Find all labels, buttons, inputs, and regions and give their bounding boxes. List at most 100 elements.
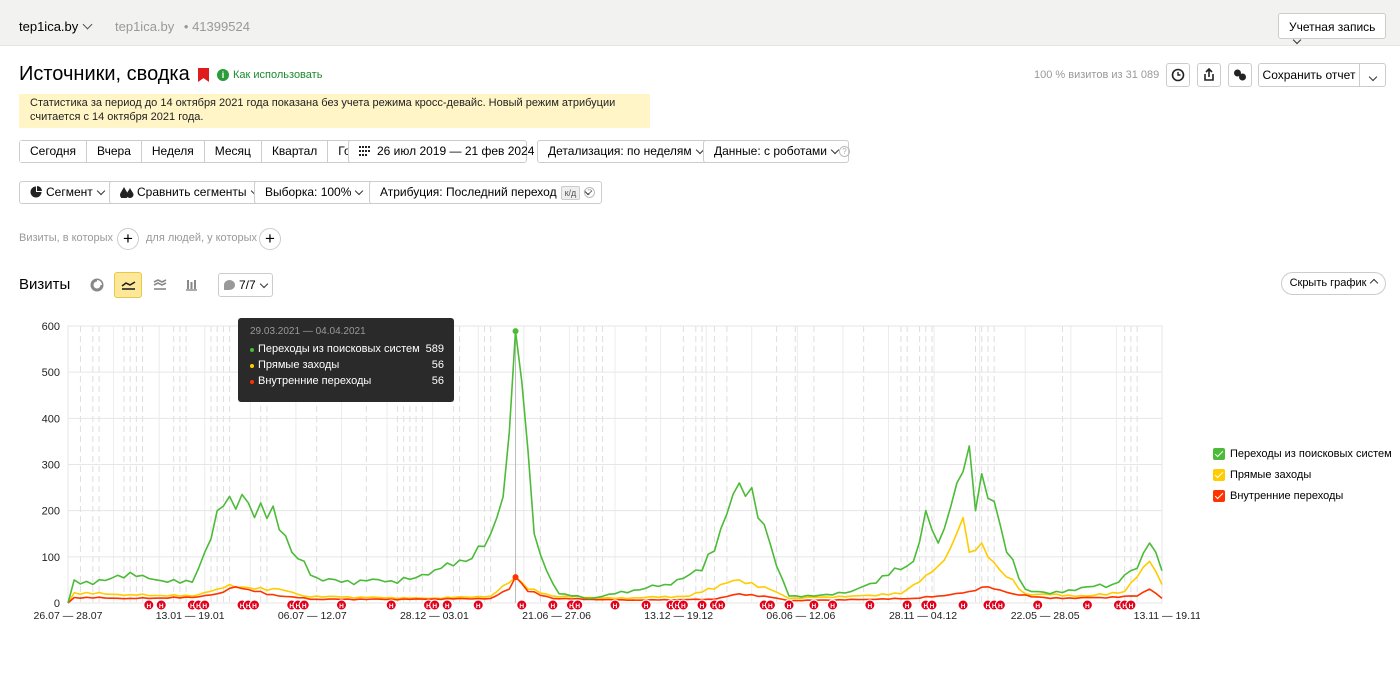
annotation-marker-label: Н [812,603,817,610]
add-visit-condition-button[interactable]: + [117,228,139,250]
account-label: Учетная запись [1289,20,1376,34]
counter-site: tep1ica.by [115,19,175,34]
series-toggle-button[interactable]: 7/7 [218,273,273,297]
save-report-button[interactable]: Сохранить отчет [1258,63,1360,87]
x-tick-label: 22.05 — 28.05 [1011,610,1080,622]
y-tick-label: 400 [42,413,60,425]
pie-view-button[interactable] [84,272,112,298]
period-quarter[interactable]: Квартал [261,141,329,162]
annotation-marker-label: Н [1085,603,1090,610]
checkbox-checked-icon[interactable] [1213,490,1225,502]
chevron-down-icon [830,145,840,155]
tooltip-value: 589 [425,343,444,355]
export-icon [1204,67,1214,81]
legend-label: Внутренние переходы [1230,490,1344,502]
x-tick-label: 28.12 — 03.01 [400,610,469,622]
sample-dropdown[interactable]: Выборка: 100% [254,181,374,204]
add-people-condition-button[interactable]: + [259,228,281,250]
legend-item-internal[interactable]: Внутренние переходы [1213,489,1392,510]
x-tick-label: 21.06 — 27.06 [522,610,591,622]
chevron-down-icon [355,186,364,196]
counter-name: tep1ica.by [19,19,79,34]
compare-button[interactable] [1228,63,1252,87]
annotation-marker-label: Н [1035,603,1040,610]
save-report-menu-button[interactable] [1359,63,1386,87]
calendar-icon [359,146,370,156]
period-selector: Сегодня Вчера Неделя Месяц Квартал Год [19,140,369,163]
period-yesterday[interactable]: Вчера [87,141,142,162]
page-title: Источники, сводка [19,63,190,85]
visits-condition-label: Визиты, в которых [19,232,113,244]
detail-dropdown[interactable]: Детализация: по неделям [537,140,714,163]
drops-icon [120,187,134,199]
tooltip-row-internal: Внутренние переходы 56 [250,375,444,391]
section-title: Визиты [19,276,71,293]
counter-separator: • [183,19,189,34]
help-icon[interactable]: ? [584,187,595,198]
x-tick-label: 28.11 — 04.12 [889,610,957,622]
tooltip-value: 56 [431,359,444,371]
compare-segments-dropdown[interactable]: Сравнить сегменты [109,181,269,204]
annotation-marker-label: Н [432,603,437,610]
checkbox-checked-icon[interactable] [1213,448,1225,460]
bar-chart-icon [186,280,197,291]
annotation-marker-label: Н [930,603,935,610]
tooltip-label: Прямые заходы [258,359,340,371]
bookmark-icon[interactable] [198,68,209,82]
period-today[interactable]: Сегодня [20,141,87,162]
counter-selector[interactable]: tep1ica.by [19,19,93,34]
annotation-marker-label: Н [389,603,394,610]
date-range-button[interactable]: 26 июл 2019 — 21 фев 2024 [348,140,534,163]
hide-chart-label: Скрыть график [1289,277,1367,289]
sample-label: Выборка: 100% [265,185,352,199]
account-button[interactable]: Учетная запись [1278,13,1386,45]
annotation-marker-label: Н [868,603,873,610]
checkbox-checked-icon[interactable] [1213,469,1225,481]
help-icon[interactable]: ? [839,146,850,157]
pie-segment-icon [30,186,42,198]
annotation-marker-label: Н [787,603,792,610]
export-button[interactable] [1197,63,1221,87]
data-label: Данные: с роботами [714,144,827,158]
data-dropdown[interactable]: Данные: с роботами [703,140,849,163]
clock-icon [1171,68,1185,82]
hide-chart-button[interactable]: Скрыть график [1281,272,1386,295]
pie-chart-icon [90,278,104,292]
series-count: 7/7 [239,278,256,292]
legend-item-direct[interactable]: Прямые заходы [1213,468,1392,489]
period-week[interactable]: Неделя [141,141,205,162]
people-condition-label: для людей, у которых [146,232,257,244]
annotation-marker-label: Н [476,603,481,610]
crossdevice-tag: к/д [560,186,581,200]
x-tick-label: 13.12 — 19.12 [644,610,713,622]
chevron-down-icon [1368,72,1377,82]
line-view-button[interactable] [114,272,142,298]
segment-dropdown[interactable]: Сегмент [19,181,115,204]
area-view-button[interactable] [146,272,174,298]
annotation-marker-label: Н [830,603,835,610]
crossdevice-notice: Статистика за период до 14 октября 2021 … [19,94,650,128]
attribution-dropdown[interactable]: Атрибуция: Последний переход к/д [369,181,603,204]
annotation-marker-label: Н [252,603,257,610]
annotation-marker-label: Н [575,603,580,610]
x-tick-label: 06.06 — 12.06 [766,610,835,622]
chevron-down-icon [82,19,93,30]
annotation-marker-label: Н [905,603,910,610]
attribution-label: Атрибуция: Последний переход [380,185,557,199]
history-button[interactable] [1166,63,1190,87]
legend-item-search[interactable]: Переходы из поисковых систем [1213,447,1392,468]
visits-line-chart: 0 100 200 300 400 500 600 Н Н Н Н Н Н Н Н Н Н Н Н Н Н Н Н Н Н Н Н Н… [34,321,1200,622]
chevron-down-icon [96,186,106,196]
annotation-marker-label: Н [681,603,686,610]
highlight-point [512,328,519,335]
period-month[interactable]: Месяц [204,141,262,162]
counter-id: 41399524 [192,19,250,34]
annotation-marker-label: Н [550,603,555,610]
chart-tooltip: 29.03.2021 — 04.04.2021 Переходы из поис… [238,318,454,402]
howto-link[interactable]: Как использовать [233,69,322,81]
x-tick-label: 26.07 — 28.07 [34,610,103,622]
annotation-marker-label: Н [718,603,723,610]
chevron-down-icon [259,279,268,289]
bar-view-button[interactable] [178,272,206,298]
tooltip-date: 29.03.2021 — 04.04.2021 [250,326,366,337]
